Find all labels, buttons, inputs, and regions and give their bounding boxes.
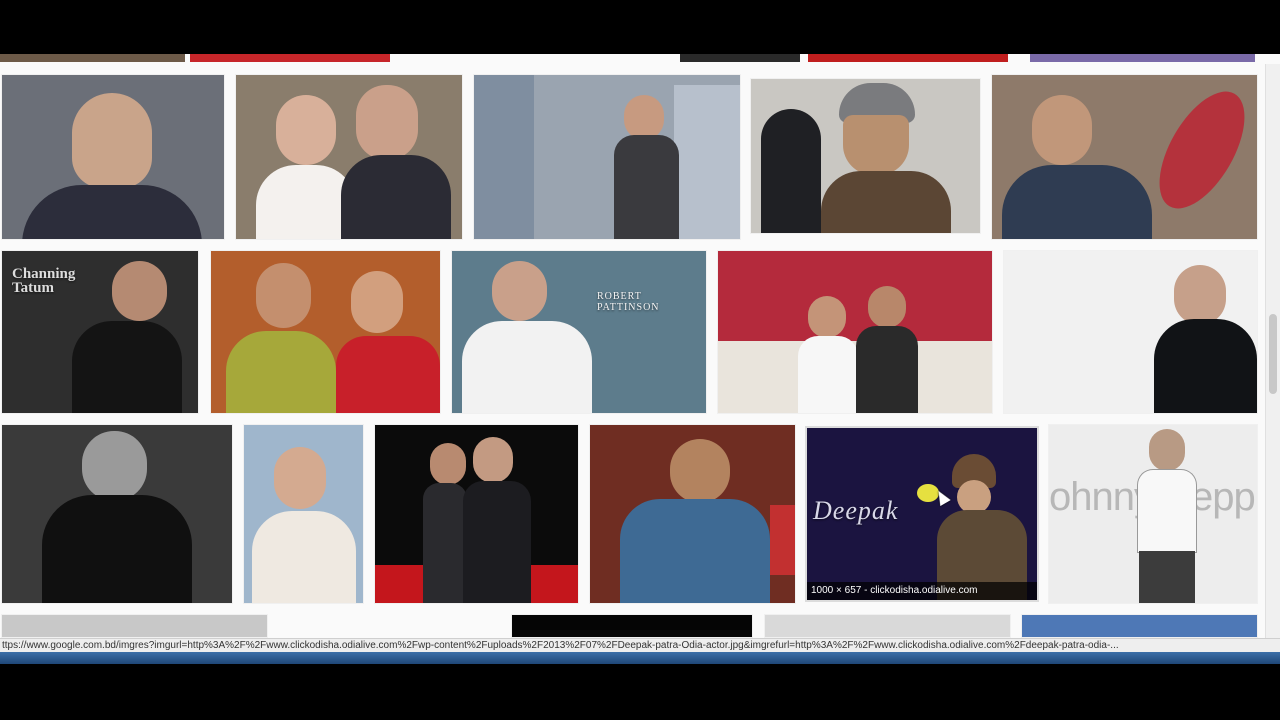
thumb-woman-white-dress[interactable] <box>244 425 363 603</box>
thumb-man-black-shirt[interactable] <box>1004 251 1257 413</box>
partial-thumb[interactable] <box>765 615 1010 637</box>
portrait-figure <box>1149 429 1185 471</box>
thumb-man-beanie-press[interactable] <box>751 79 980 233</box>
partial-thumb[interactable] <box>512 615 752 637</box>
shirt-shape <box>1154 319 1257 413</box>
saree-shape <box>336 336 440 413</box>
thumb-bw-man[interactable] <box>2 425 232 603</box>
thumb-robert-pattinson[interactable]: ROBERT PATTINSON <box>452 251 706 413</box>
thumb-caption: Channing Tatum <box>12 266 76 296</box>
portrait-figure <box>1032 95 1092 165</box>
portrait-figure <box>430 443 466 485</box>
portrait-figure <box>957 480 991 514</box>
gown-shape <box>798 336 858 413</box>
tank-top-shape <box>1137 469 1197 553</box>
partial-thumb[interactable] <box>1022 615 1257 637</box>
thumb-shield-hero[interactable] <box>992 75 1257 239</box>
portrait-figure <box>473 437 513 483</box>
thumb-deepak[interactable]: Deepak 1000 × 657 - clickodisha.odialive… <box>805 426 1039 602</box>
portrait-figure <box>351 271 403 333</box>
portrait-figure <box>112 261 167 321</box>
thumb-couple-indoor[interactable] <box>236 75 462 239</box>
portrait-figure <box>82 431 147 501</box>
portrait-figure <box>670 439 730 503</box>
partial-thumb[interactable] <box>2 615 267 637</box>
scrollbar-thumb[interactable] <box>1269 314 1277 394</box>
portrait-figure <box>276 95 336 165</box>
thumb-couple-red-carpet[interactable] <box>375 425 578 603</box>
dress-shape <box>423 483 467 603</box>
portrait-figure <box>843 115 909 175</box>
image-dimensions-label: 1000 × 657 - clickodisha.odialive.com <box>807 582 1037 600</box>
taskbar <box>0 652 1280 664</box>
shirt-shape <box>72 321 182 413</box>
suit-shape <box>1002 165 1152 239</box>
image-results-page: Channing Tatum ROBERT PATTINSON Deepak 1… <box>0 54 1280 664</box>
thumb-man-guitar[interactable] <box>590 425 795 603</box>
thumb-suit-man-un[interactable] <box>2 75 224 239</box>
building-shape <box>474 75 534 239</box>
thumb-caption: ROBERT PATTINSON <box>597 291 660 313</box>
portrait-figure <box>256 263 311 328</box>
shirt-shape <box>462 321 592 413</box>
portrait-figure <box>868 286 906 328</box>
shirt-shape <box>620 499 770 603</box>
jacket-shape <box>821 171 951 233</box>
portrait-figure <box>356 85 418 160</box>
portrait-figure <box>274 447 326 509</box>
prev-thumb-edge[interactable] <box>0 54 185 62</box>
vertical-scrollbar[interactable] <box>1265 64 1280 664</box>
suit-shape <box>22 185 202 239</box>
jeans-shape <box>1139 551 1195 603</box>
previous-row-strip <box>0 54 1280 64</box>
portrait-figure <box>808 296 846 338</box>
prev-thumb-edge[interactable] <box>190 54 390 62</box>
prev-thumb-edge[interactable] <box>808 54 1008 62</box>
tux-shape <box>856 326 918 413</box>
jacket-shape <box>341 155 451 239</box>
portrait-figure <box>492 261 547 321</box>
portrait-figure <box>1174 265 1226 325</box>
drum-shape <box>770 505 795 575</box>
prev-thumb-edge[interactable] <box>680 54 800 62</box>
thumb-wedding-couple[interactable] <box>718 251 992 413</box>
shield-shape <box>1142 77 1257 223</box>
coat-shape <box>614 135 679 239</box>
portrait-figure <box>624 95 664 140</box>
reporter-shape <box>761 109 821 233</box>
thumb-johnny-depp[interactable]: ohnny Depp <box>1049 425 1257 603</box>
thumb-couple-festive[interactable] <box>211 251 440 413</box>
portrait-figure <box>72 93 152 188</box>
status-bar-url: ttps://www.google.com.bd/imgres?imgurl=h… <box>0 638 1280 652</box>
shirt-shape <box>42 495 192 603</box>
prev-thumb-edge[interactable] <box>1030 54 1255 62</box>
dress-shape <box>252 511 356 603</box>
kurta-shape <box>226 331 336 413</box>
thumb-caption: Deepak <box>813 496 899 525</box>
thumb-woman-trenchcoat[interactable] <box>474 75 740 239</box>
suit-shape <box>463 481 531 603</box>
building-shape <box>674 85 740 239</box>
thumb-channing-tatum[interactable]: Channing Tatum <box>2 251 198 413</box>
